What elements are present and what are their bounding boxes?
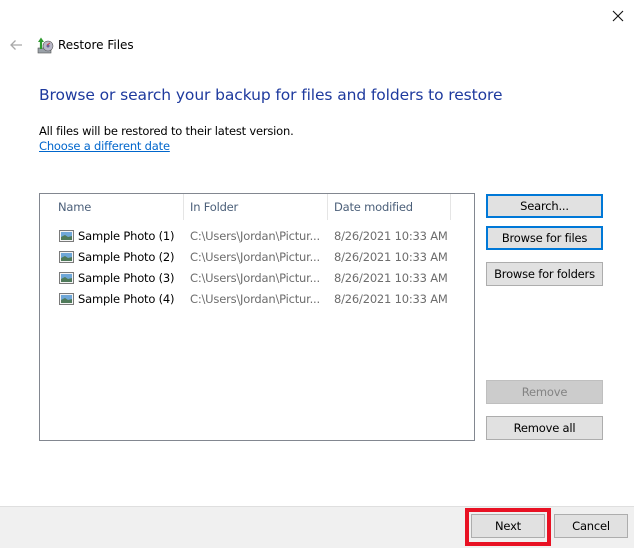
close-icon (612, 10, 624, 22)
file-date-modified: 8/26/2021 10:33 AM (334, 271, 448, 285)
image-file-icon (59, 272, 74, 284)
file-date-modified: 8/26/2021 10:33 AM (334, 229, 448, 243)
page-heading: Browse or search your backup for files a… (39, 86, 503, 104)
restore-info-text: All files will be restored to their late… (39, 124, 294, 138)
back-button[interactable] (6, 36, 26, 54)
search-button[interactable]: Search... (486, 194, 603, 218)
list-header: Name In Folder Date modified (40, 194, 474, 220)
choose-different-date-link[interactable]: Choose a different date (39, 139, 170, 153)
image-file-icon (59, 230, 74, 242)
next-button[interactable]: Next (471, 514, 545, 538)
list-item[interactable]: Sample Photo (1) C:\Users\Jordan\Pictur.… (40, 226, 474, 247)
browse-for-folders-button[interactable]: Browse for folders (486, 262, 603, 286)
browse-for-files-button[interactable]: Browse for files (486, 226, 603, 250)
remove-all-button[interactable]: Remove all (486, 416, 603, 440)
column-header-date-modified[interactable]: Date modified (328, 194, 451, 220)
file-name: Sample Photo (3) (78, 271, 175, 285)
file-list[interactable]: Name In Folder Date modified Sample Phot… (39, 193, 475, 441)
file-folder: C:\Users\Jordan\Pictur... (190, 250, 320, 264)
file-date-modified: 8/26/2021 10:33 AM (334, 292, 448, 306)
file-name: Sample Photo (4) (78, 292, 175, 306)
close-button[interactable] (604, 4, 632, 28)
list-item[interactable]: Sample Photo (2) C:\Users\Jordan\Pictur.… (40, 247, 474, 268)
image-file-icon (59, 251, 74, 263)
cancel-button[interactable]: Cancel (554, 514, 628, 538)
remove-button: Remove (486, 380, 603, 404)
file-folder: C:\Users\Jordan\Pictur... (190, 271, 320, 285)
restore-files-icon (36, 36, 54, 54)
list-item[interactable]: Sample Photo (4) C:\Users\Jordan\Pictur.… (40, 289, 474, 310)
window-title: Restore Files (58, 38, 134, 52)
file-name: Sample Photo (2) (78, 250, 175, 264)
image-file-icon (59, 293, 74, 305)
column-header-name[interactable]: Name (52, 194, 184, 220)
file-folder: C:\Users\Jordan\Pictur... (190, 229, 320, 243)
column-header-in-folder[interactable]: In Folder (184, 194, 328, 220)
file-date-modified: 8/26/2021 10:33 AM (334, 250, 448, 264)
file-name: Sample Photo (1) (78, 229, 175, 243)
list-item[interactable]: Sample Photo (3) C:\Users\Jordan\Pictur.… (40, 268, 474, 289)
file-folder: C:\Users\Jordan\Pictur... (190, 292, 320, 306)
back-arrow-icon (10, 40, 22, 50)
